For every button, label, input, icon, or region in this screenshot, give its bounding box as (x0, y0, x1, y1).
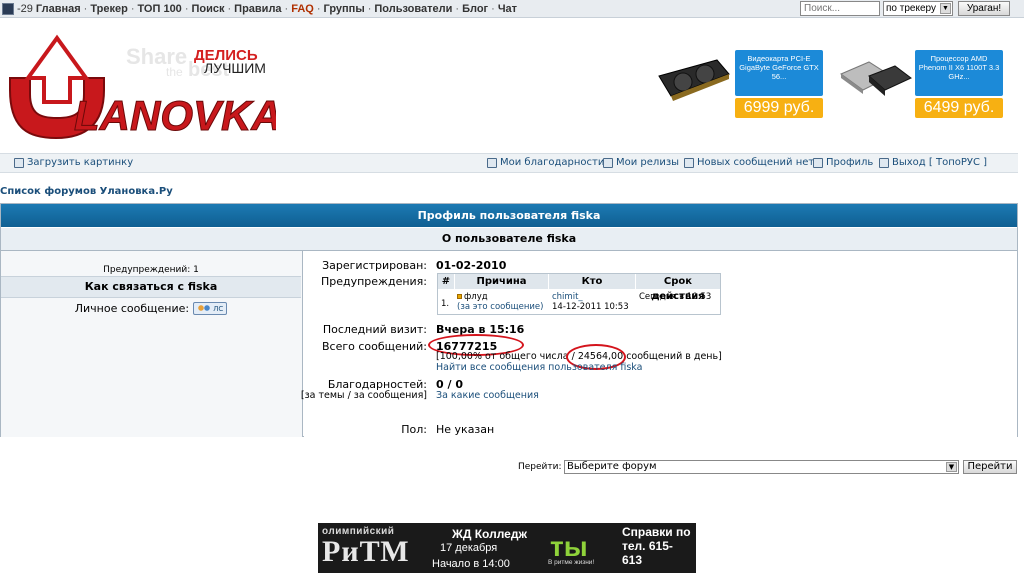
ad-videocard-price: 6999 руб. (735, 98, 823, 118)
banner-ritm-text: РиТМ (322, 535, 410, 568)
ad-videocard[interactable]: Видеокарта PCI-E GigaByte GeForce GTX 56… (655, 46, 825, 120)
find-posts-link[interactable]: Найти все сообщения пользователя fiska (436, 362, 642, 373)
profile-icon (813, 157, 823, 168)
nav-link-rules[interactable]: Правила (234, 3, 281, 15)
private-message-label: Личное сообщение: (74, 302, 190, 315)
site-logo[interactable]: Share the best ДЕЛИСЬ ЛУЧШИМ LANOVKA (6, 30, 282, 142)
bottom-banner-ad[interactable]: олимпийский РиТМ ЖД Колледж 17 декабря Н… (318, 523, 696, 573)
logo-luchshim-text: ЛУЧШИМ (204, 60, 266, 76)
banner-college-text: ЖД Колледж (452, 527, 527, 541)
nav-link-tracker[interactable]: Трекер (90, 3, 127, 15)
warning-reason-link[interactable]: (за это сообщение) (457, 302, 543, 312)
warning-row-num: 1. (441, 299, 450, 309)
warning-who-link[interactable]: chimit_ (552, 292, 583, 302)
registered-value: 01-02-2010 (436, 259, 507, 272)
jump-button[interactable]: Перейти (963, 460, 1017, 474)
image-upload-icon (14, 157, 24, 168)
videocard-image (655, 52, 733, 108)
ad-processor-text: Процессор AMD Phenom II X6 1100T 3.3 GHz… (915, 50, 1003, 96)
warnings-header-num: # (438, 274, 455, 289)
my-thanks-label: Мои благодарности (500, 157, 605, 168)
jump-label: Перейти: (518, 462, 562, 472)
nav-link-top100[interactable]: ТОП 100 (137, 3, 181, 15)
gender-value: Не указан (436, 423, 495, 436)
chevron-down-icon: ▼ (946, 462, 957, 472)
pm-button-label: ЛС (213, 304, 224, 313)
last-visit-label: Последний визит: (322, 323, 427, 336)
chevron-down-icon: ▼ (940, 3, 951, 14)
top-navigation-bar: -29 Главная · Трекер · ТОП 100 · Поиск · Пра… (0, 0, 1024, 18)
total-posts-label: Всего сообщений: (322, 340, 427, 353)
nav-link-home[interactable]: Главная (36, 3, 81, 15)
counter-text: -29 (17, 3, 33, 15)
ad-processor[interactable]: Процессор AMD Phenom II X6 1100T 3.3 GHz… (835, 46, 1005, 120)
forum-jump-select[interactable]: Выберите форум ▼ (564, 460, 959, 474)
posts-stats-percent: [100,00% от общего числа / (436, 351, 575, 362)
banner-date-text: 17 декабря (440, 542, 498, 554)
new-posts-link[interactable]: Новых сообщений нет (684, 157, 814, 168)
messages-icon (684, 157, 694, 168)
nav-link-faq[interactable]: FAQ (291, 3, 314, 15)
warnings-header-expires: Срок действия (636, 274, 720, 302)
search-button[interactable]: Ураган! (958, 1, 1010, 16)
user-bar: Загрузить картинку Мои благодарности Мои… (0, 153, 1018, 173)
warnings-header-who: Кто (549, 274, 636, 289)
profile-label: Профиль (826, 157, 874, 168)
warnings-count: Предупреждений: 1 (103, 265, 199, 275)
thanks-icon (487, 157, 497, 168)
new-posts-label: Новых сообщений нет (697, 157, 815, 168)
logout-icon (879, 157, 889, 168)
warnings-label: Предупреждения: (320, 275, 427, 288)
gender-label: Пол: (401, 423, 427, 436)
banner-start-text: Начало в 14:00 (432, 558, 510, 570)
nav-link-blog[interactable]: Блог (462, 3, 488, 15)
processor-image (835, 52, 913, 108)
ad-videocard-text: Видеокарта PCI-E GigaByte GeForce GTX 56… (735, 50, 823, 96)
profile-link[interactable]: Профиль (813, 157, 873, 168)
posts-stats-suffix: сообщений в день] (626, 351, 722, 362)
nav-link-chat[interactable]: Чат (498, 3, 517, 15)
logo-name-text: LANOVKA (74, 92, 276, 139)
nav-link-search[interactable]: Поиск (191, 3, 224, 15)
upload-image-link[interactable]: Загрузить картинку (14, 157, 133, 168)
top-nav: -29 Главная · Трекер · ТОП 100 · Поиск · Пра… (2, 1, 517, 17)
search-input[interactable] (800, 1, 880, 16)
users-icon (197, 303, 212, 314)
nav-link-users[interactable]: Пользователи (374, 3, 452, 15)
my-thanks-link[interactable]: Мои благодарности (487, 157, 604, 168)
logo-the-text: the (166, 65, 183, 79)
search-scope-value: по трекеру (886, 3, 936, 14)
my-releases-link[interactable]: Мои релизы (603, 157, 679, 168)
banner-slogan-text: В ритме жизни! (548, 559, 595, 566)
upload-image-label: Загрузить картинку (27, 157, 134, 168)
warnings-header-reason: Причина (455, 274, 549, 289)
logout-link[interactable]: Выход [ ТопоРУС ] (879, 157, 987, 168)
thanks-sub-label: [за темы / за сообщения] (300, 390, 427, 401)
breadcrumb[interactable]: Список форумов Улановка.Ру (0, 186, 173, 197)
registered-label: Зарегистрирован: (322, 259, 427, 272)
nav-link-groups[interactable]: Группы (324, 3, 365, 15)
profile-table: Профиль пользователя fiska О пользовател… (0, 203, 1018, 437)
warning-date: 14-12-2011 10:53 (552, 302, 629, 312)
warnings-table: # Причина Кто Срок действия 1. флуд (за … (437, 273, 721, 315)
warning-row-reason: флуд (457, 292, 488, 302)
site-icon (2, 3, 14, 15)
contact-title: Как связаться с fiska (1, 276, 301, 298)
logout-label: Выход [ ТопоРУС ] (892, 157, 988, 168)
about-user-title: О пользователе fiska (1, 228, 1017, 251)
profile-details: Зарегистрирован: 01-02-2010 Предупрежден… (300, 251, 1017, 437)
search-scope-select[interactable]: по трекеру ▼ (883, 1, 953, 16)
my-releases-label: Мои релизы (616, 157, 680, 168)
thanks-which-posts-link[interactable]: За какие сообщения (436, 390, 539, 401)
profile-title: Профиль пользователя fiska (1, 204, 1017, 227)
warning-icon (457, 294, 462, 299)
banner-phone-text: Справки по тел. 615-613 (622, 525, 691, 567)
ad-processor-price: 6499 руб. (915, 98, 1003, 118)
private-message-row: Личное сообщение: ЛС (1, 302, 301, 315)
warning-expires: Сегодня в 10:53 (639, 292, 712, 302)
private-message-button[interactable]: ЛС (193, 302, 228, 315)
forum-jump-value: Выберите форум (567, 461, 657, 472)
star-icon (603, 157, 613, 168)
contact-column: Предупреждений: 1 Как связаться с fiska … (1, 251, 303, 437)
